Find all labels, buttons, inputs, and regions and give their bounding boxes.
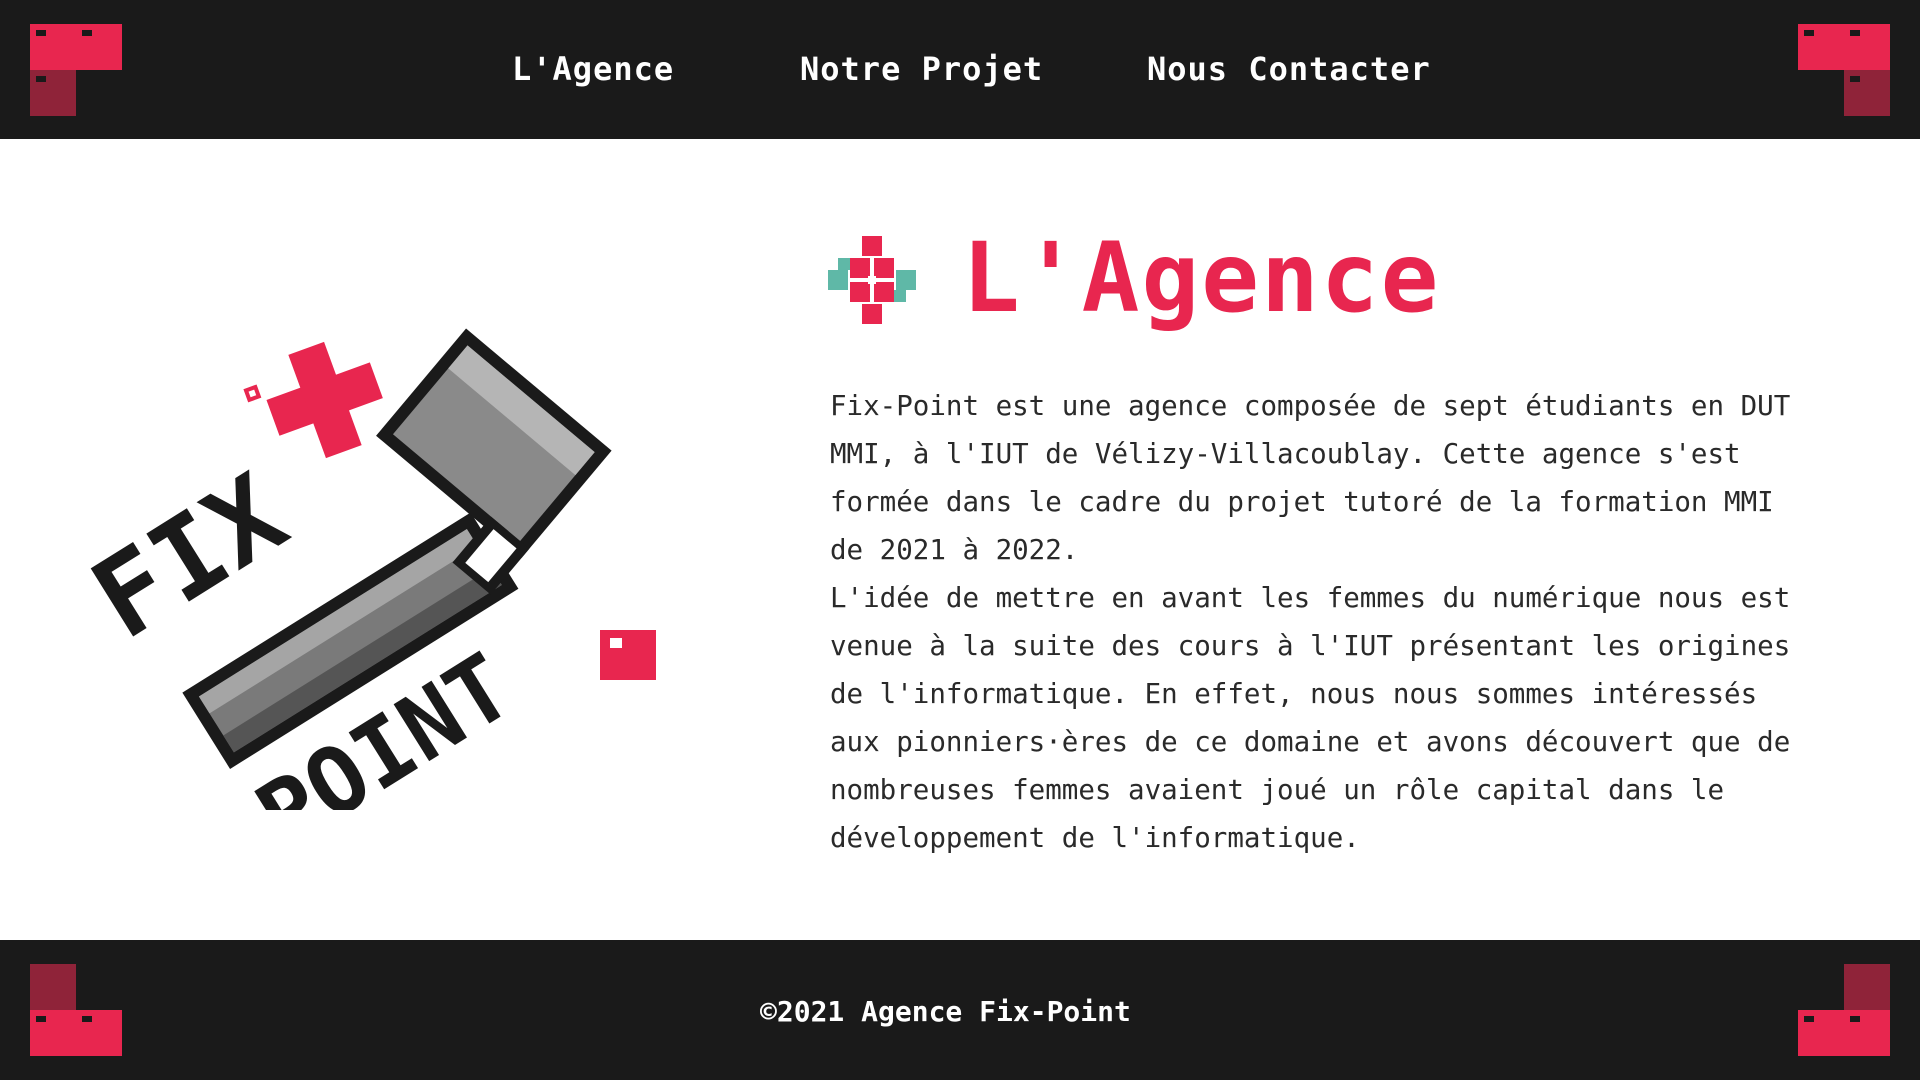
corner-top-left-icon [30,24,122,116]
agency-description: Fix-Point est une agence composée de sep… [830,382,1810,862]
corner-bottom-left-icon [30,964,122,1056]
nav-link-notre-projet[interactable]: Notre Projet [800,50,1043,98]
nav-link-nous-contacter[interactable]: Nous Contacter [1147,50,1431,98]
corner-bottom-right-icon [1798,964,1890,1056]
description-paragraph-2: L'idée de mettre en avant les femmes du … [830,582,1791,854]
corner-top-right-icon [1798,24,1890,116]
fix-point-logo: FIX POINT [70,270,670,871]
nav-link-agence[interactable]: L'Agence [512,50,674,98]
page-title: L'Agence [962,222,1441,334]
description-paragraph-1: Fix-Point est une agence composée de sep… [830,390,1791,566]
logo-fix-text: FIX [71,450,307,664]
top-navigation-bar: L'Agence Notre Projet Nous Contacter [0,0,1920,139]
pixel-flower-icon [828,236,916,324]
hammer-logo-icon: FIX POINT [71,328,656,871]
footer-copyright: ©2021 Agence Fix-Point [760,995,1131,1028]
